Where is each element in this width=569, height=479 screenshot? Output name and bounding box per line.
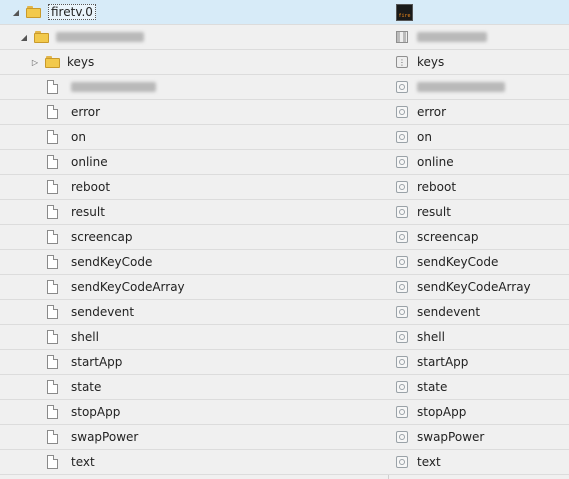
state-label: text xyxy=(71,455,95,469)
device-icon xyxy=(396,31,408,43)
tree-row-state[interactable]: shell shell xyxy=(0,325,569,350)
state-value: reboot xyxy=(417,180,457,194)
blurred-state-name xyxy=(71,82,156,92)
state-icon xyxy=(396,381,408,393)
state-value: stopApp xyxy=(417,405,467,419)
state-label: on xyxy=(71,130,86,144)
document-icon xyxy=(47,180,58,194)
blurred-state-value xyxy=(417,82,505,92)
tree-row-state[interactable]: swapPower swapPower xyxy=(0,425,569,450)
state-icon xyxy=(396,256,408,268)
tree-row-state[interactable]: stopApp stopApp xyxy=(0,400,569,425)
state-label: stopApp xyxy=(71,405,121,419)
document-icon xyxy=(47,205,58,219)
tree-row-state[interactable]: sendevent sendevent xyxy=(0,300,569,325)
tree-row-state[interactable]: reboot reboot xyxy=(0,175,569,200)
tree-row-root[interactable]: ◢ firetv.0 fire xyxy=(0,0,569,25)
object-tree: ◢ firetv.0 fire ◢ ▷ keys ⋮ keys error er… xyxy=(0,0,569,479)
state-label: sendKeyCode xyxy=(71,255,153,269)
tree-row-device[interactable]: ◢ xyxy=(0,25,569,50)
blurred-device-value xyxy=(417,32,487,42)
state-label: startApp xyxy=(71,355,123,369)
state-icon xyxy=(396,431,408,443)
state-label: swapPower xyxy=(71,430,139,444)
state-icon xyxy=(396,81,408,93)
document-icon xyxy=(47,80,58,94)
document-icon xyxy=(47,130,58,144)
state-icon xyxy=(396,356,408,368)
state-label: sendKeyCodeArray xyxy=(71,280,185,294)
state-label: screencap xyxy=(71,230,133,244)
state-icon xyxy=(396,406,408,418)
state-list: error error on on online online reboot reboot re… xyxy=(0,100,569,475)
state-value: result xyxy=(417,205,451,219)
collapse-toggle-icon[interactable]: ◢ xyxy=(12,8,20,17)
state-label: state xyxy=(71,380,102,394)
state-value: startApp xyxy=(417,355,469,369)
state-value: shell xyxy=(417,330,445,344)
state-label: reboot xyxy=(71,180,111,194)
tree-row-state[interactable]: text text xyxy=(0,450,569,475)
document-icon xyxy=(47,380,58,394)
state-label: result xyxy=(71,205,105,219)
document-icon xyxy=(47,280,58,294)
root-label: firetv.0 xyxy=(48,4,96,20)
state-icon xyxy=(396,231,408,243)
state-value: screencap xyxy=(417,230,479,244)
state-icon xyxy=(396,306,408,318)
document-icon xyxy=(47,255,58,269)
document-icon xyxy=(47,230,58,244)
document-icon xyxy=(47,305,58,319)
state-icon xyxy=(396,331,408,343)
state-label: sendevent xyxy=(71,305,135,319)
tree-row-state[interactable]: startApp startApp xyxy=(0,350,569,375)
state-value: sendevent xyxy=(417,305,481,319)
state-icon xyxy=(396,156,408,168)
tree-row-state[interactable]: state state xyxy=(0,375,569,400)
state-value: sendKeyCode xyxy=(417,255,499,269)
state-value: on xyxy=(417,130,432,144)
firetv-logo-icon: fire xyxy=(396,3,413,21)
blurred-device-name xyxy=(56,32,144,42)
collapse-toggle-icon[interactable]: ◢ xyxy=(20,33,28,42)
tree-row-state[interactable]: error error xyxy=(0,100,569,125)
document-icon xyxy=(47,455,58,469)
channel-label: keys xyxy=(67,55,95,69)
state-value: sendKeyCodeArray xyxy=(417,280,531,294)
tree-row-keys[interactable]: ▷ keys ⋮ keys xyxy=(0,50,569,75)
state-icon xyxy=(396,206,408,218)
tree-row-state[interactable]: screencap screencap xyxy=(0,225,569,250)
folder-icon xyxy=(26,6,41,18)
channel-icon: ⋮ xyxy=(396,56,408,68)
state-label: shell xyxy=(71,330,99,344)
state-icon xyxy=(396,456,408,468)
state-value: text xyxy=(417,455,441,469)
state-icon xyxy=(396,106,408,118)
tree-row-state[interactable]: sendKeyCode sendKeyCode xyxy=(0,250,569,275)
state-value: online xyxy=(417,155,454,169)
document-icon xyxy=(47,330,58,344)
tree-row-state[interactable]: online online xyxy=(0,150,569,175)
tree-row-hidden-state[interactable] xyxy=(0,75,569,100)
state-label: online xyxy=(71,155,108,169)
folder-icon xyxy=(34,31,49,43)
document-icon xyxy=(47,155,58,169)
tree-row-state[interactable]: on on xyxy=(0,125,569,150)
state-value: swapPower xyxy=(417,430,485,444)
state-icon xyxy=(396,131,408,143)
folder-icon xyxy=(45,56,60,68)
state-value: state xyxy=(417,380,448,394)
state-icon xyxy=(396,281,408,293)
state-value: error xyxy=(417,105,447,119)
document-icon xyxy=(47,105,58,119)
document-icon xyxy=(47,355,58,369)
document-icon xyxy=(47,430,58,444)
channel-value: keys xyxy=(417,55,445,69)
tree-row-state[interactable]: result result xyxy=(0,200,569,225)
state-icon xyxy=(396,181,408,193)
tree-row-state[interactable]: sendKeyCodeArray sendKeyCodeArray xyxy=(0,275,569,300)
document-icon xyxy=(47,405,58,419)
state-label: error xyxy=(71,105,101,119)
expand-toggle-icon[interactable]: ▷ xyxy=(31,58,39,67)
